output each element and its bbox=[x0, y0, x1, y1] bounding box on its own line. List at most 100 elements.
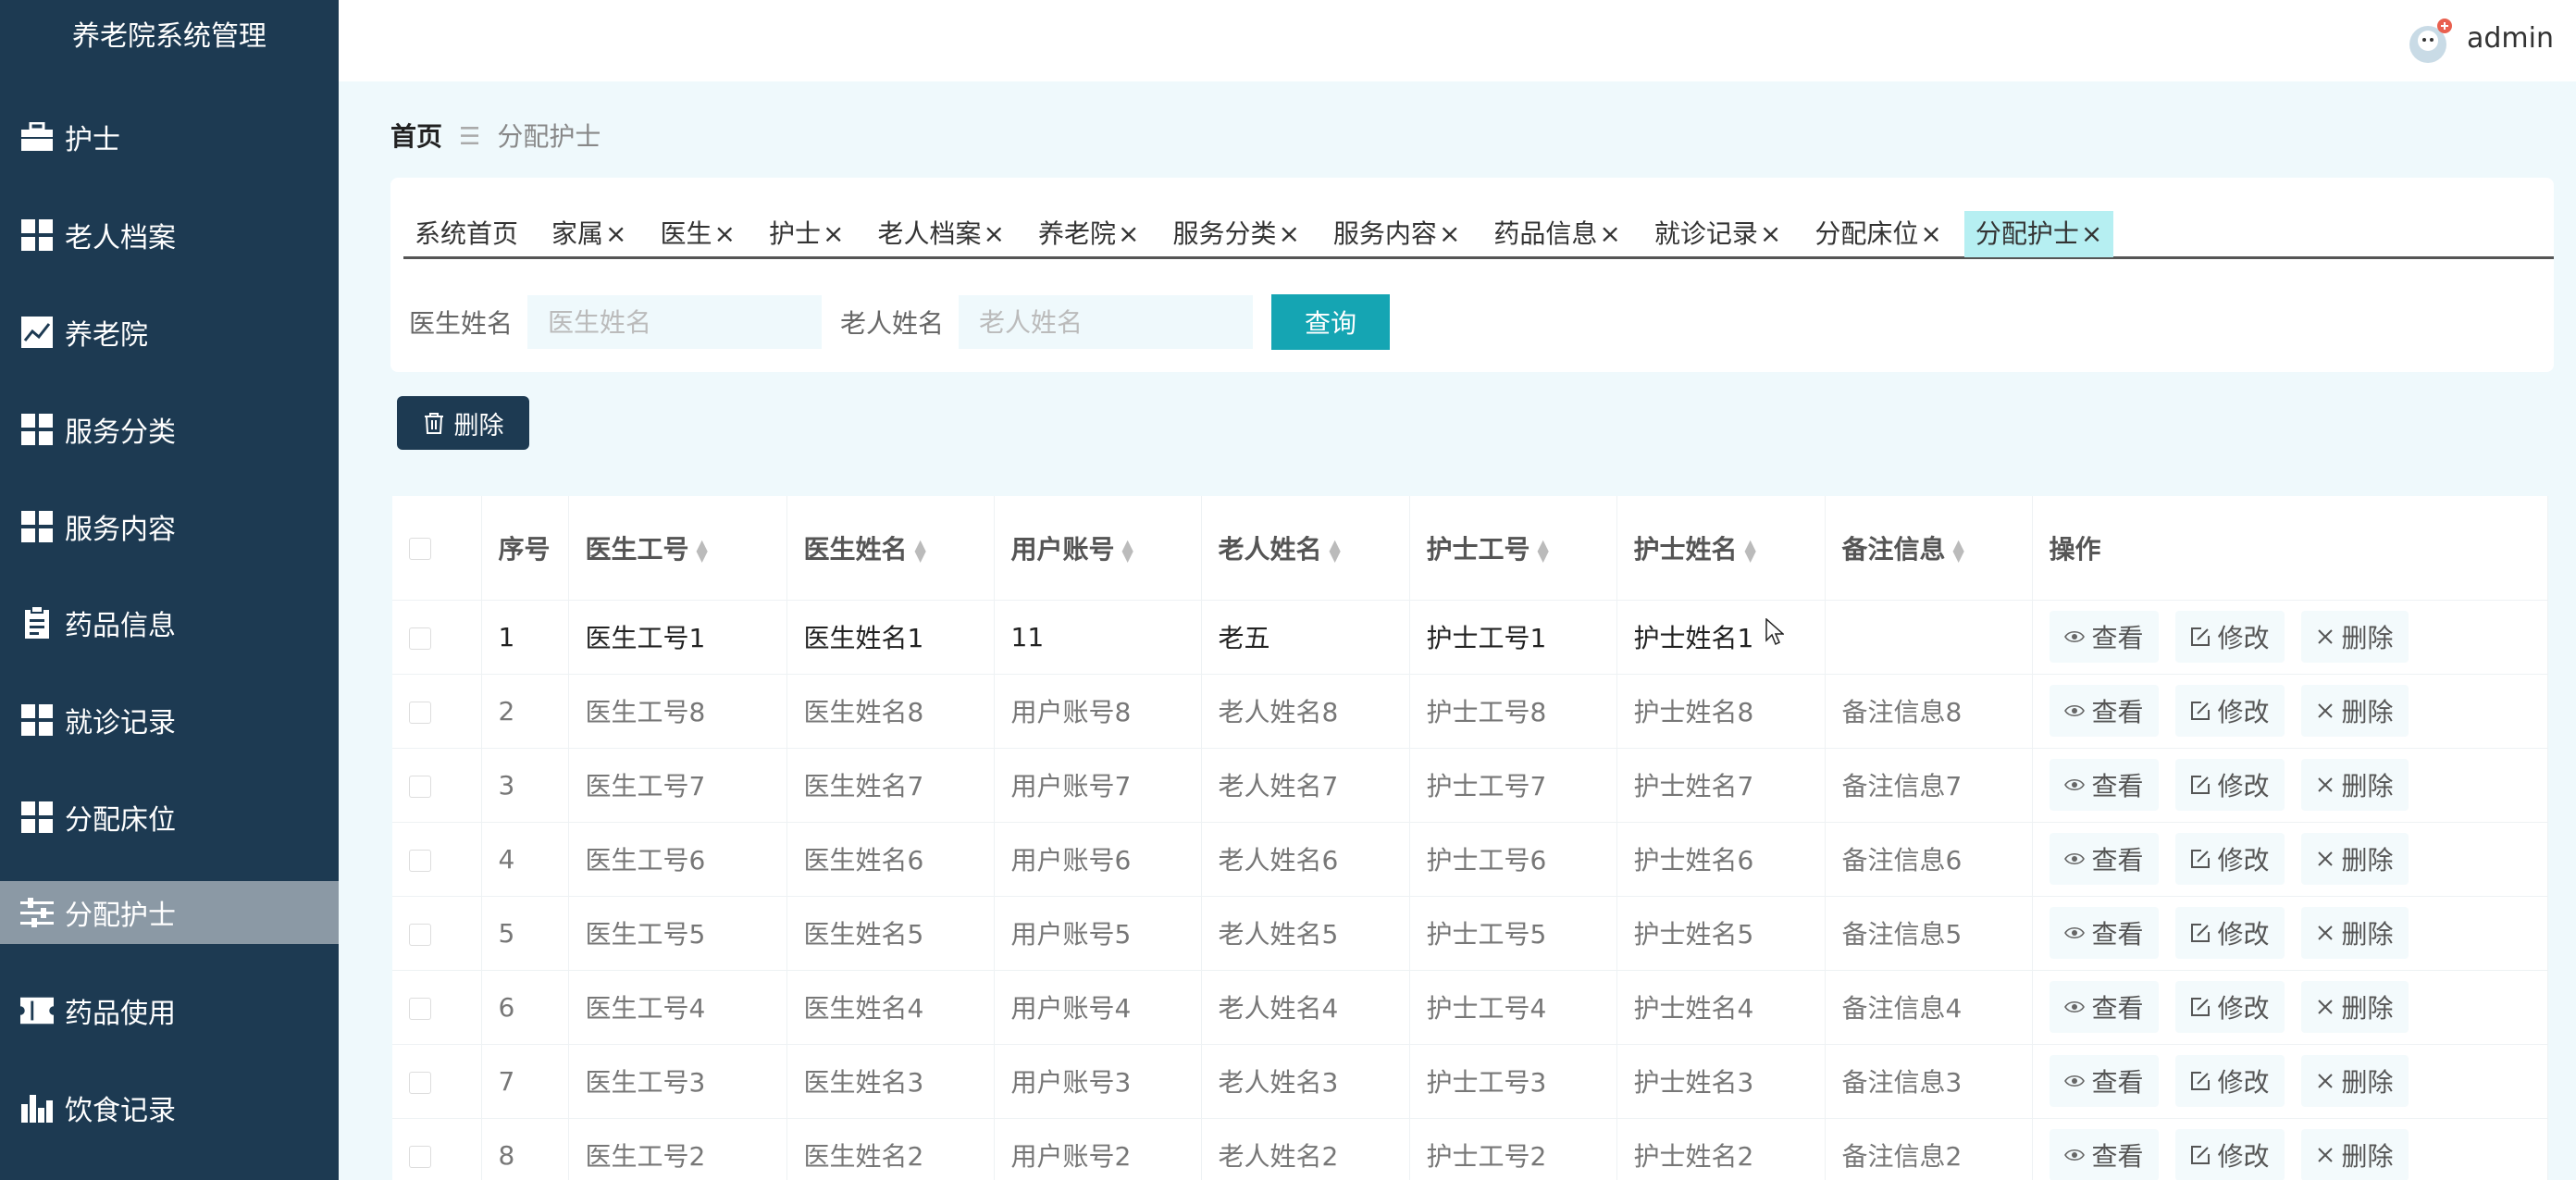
close-icon[interactable]: × bbox=[1439, 218, 1460, 249]
sidebar-item-medicine-usage[interactable]: 药品使用 bbox=[0, 979, 339, 1042]
edit-button[interactable]: 修改 bbox=[2174, 833, 2285, 885]
delete-button[interactable]: 删除 bbox=[2300, 1055, 2409, 1107]
row-checkbox[interactable] bbox=[392, 1118, 482, 1180]
sidebar-item-assign-bed[interactable]: 分配床位 bbox=[0, 786, 339, 849]
close-icon[interactable]: × bbox=[983, 218, 1004, 249]
table-row[interactable]: 3 医生工号7 医生姓名7 用户账号7 老人姓名7 护士工号7 护士姓名7 备注信息7 查看 修改… bbox=[392, 748, 2548, 822]
close-icon[interactable]: × bbox=[714, 218, 736, 249]
sort-icon[interactable]: ▲ ▼ bbox=[1538, 537, 1549, 563]
row-checkbox[interactable] bbox=[392, 822, 482, 896]
delete-button[interactable]: 删除 bbox=[2300, 833, 2409, 885]
column-header[interactable]: 护士工号 ▲ ▼ bbox=[1409, 496, 1617, 600]
table-row[interactable]: 6 医生工号4 医生姓名4 用户账号4 老人姓名4 护士工号4 护士姓名4 备注信息4 查看 修改… bbox=[392, 970, 2548, 1044]
column-header[interactable]: 老人姓名 ▲ ▼ bbox=[1201, 496, 1410, 600]
column-header[interactable]: 医生工号 ▲ ▼ bbox=[568, 496, 787, 600]
elder-name-input[interactable] bbox=[959, 295, 1254, 349]
tab-system-home[interactable]: 系统首页 bbox=[403, 211, 529, 257]
table-row[interactable]: 4 医生工号6 医生姓名6 用户账号6 老人姓名6 护士工号6 护士姓名6 备注信息6 查看 修改… bbox=[392, 822, 2548, 896]
tab-assign-bed[interactable]: 分配床位× bbox=[1803, 211, 1952, 257]
column-header[interactable]: 用户账号 ▲ ▼ bbox=[994, 496, 1202, 600]
sidebar-item-label: 服务内容 bbox=[65, 514, 176, 546]
tab-visit-records[interactable]: 就诊记录× bbox=[1643, 211, 1792, 257]
tab-doctor[interactable]: 医生× bbox=[650, 211, 747, 257]
edit-button[interactable]: 修改 bbox=[2174, 1055, 2285, 1107]
sidebar-item-medicine-info[interactable]: 药品信息 bbox=[0, 591, 339, 654]
tab-assign-nurse[interactable]: 分配护士× bbox=[1963, 211, 2114, 257]
view-button[interactable]: 查看 bbox=[2049, 1129, 2159, 1180]
table-row[interactable]: 7 医生工号3 医生姓名3 用户账号3 老人姓名3 护士工号3 护士姓名3 备注信息3 查看 修改… bbox=[392, 1044, 2548, 1118]
view-button[interactable]: 查看 bbox=[2049, 1055, 2159, 1107]
close-icon[interactable]: × bbox=[1920, 218, 1941, 249]
tab-family[interactable]: 家属× bbox=[540, 211, 638, 257]
edit-button[interactable]: 修改 bbox=[2174, 685, 2285, 737]
close-icon[interactable]: × bbox=[1278, 218, 1299, 249]
sidebar-item-service-category[interactable]: 服务分类 bbox=[0, 398, 339, 461]
delete-button[interactable]: 删除 bbox=[2300, 1129, 2409, 1180]
username[interactable]: admin bbox=[2467, 19, 2554, 59]
close-icon[interactable]: × bbox=[1760, 218, 1781, 249]
sidebar-item-elder-records[interactable]: 老人档案 bbox=[0, 204, 339, 267]
edit-button[interactable]: 修改 bbox=[2174, 611, 2285, 663]
avatar[interactable] bbox=[2404, 17, 2456, 68]
close-icon[interactable]: × bbox=[2081, 218, 2102, 249]
delete-button[interactable]: 删除 bbox=[2300, 981, 2409, 1033]
sort-icon[interactable]: ▲ ▼ bbox=[1330, 537, 1341, 563]
row-checkbox[interactable] bbox=[392, 970, 482, 1044]
delete-button[interactable]: 删除 bbox=[2300, 685, 2409, 737]
edit-button[interactable]: 修改 bbox=[2174, 1129, 2285, 1180]
view-button[interactable]: 查看 bbox=[2049, 685, 2159, 737]
sort-icon[interactable]: ▲ ▼ bbox=[1953, 537, 1964, 563]
row-checkbox[interactable] bbox=[392, 600, 482, 674]
select-all-checkbox[interactable] bbox=[392, 496, 482, 600]
query-button[interactable]: 查询 bbox=[1271, 294, 1391, 350]
sidebar-item-visit-records[interactable]: 就诊记录 bbox=[0, 689, 339, 751]
row-checkbox[interactable] bbox=[392, 674, 482, 748]
sidebar-item-service-content[interactable]: 服务内容 bbox=[0, 495, 339, 558]
view-button[interactable]: 查看 bbox=[2049, 907, 2159, 959]
sort-icon[interactable]: ▲ ▼ bbox=[1745, 537, 1756, 563]
batch-delete-button[interactable]: 删除 bbox=[397, 396, 529, 450]
sidebar-item-nurse[interactable]: 护士 bbox=[0, 106, 339, 168]
sort-icon[interactable]: ▲ ▼ bbox=[697, 537, 708, 563]
view-button[interactable]: 查看 bbox=[2049, 611, 2159, 663]
column-header[interactable]: 医生姓名 ▲ ▼ bbox=[786, 496, 995, 600]
close-icon[interactable]: × bbox=[1599, 218, 1620, 249]
tab-elder-records[interactable]: 老人档案× bbox=[866, 211, 1015, 257]
table-row[interactable]: 1 医生工号1 医生姓名1 11 老五 护士工号1 护士姓名1 查看 修改 删除 bbox=[392, 600, 2548, 674]
close-icon[interactable]: × bbox=[605, 218, 626, 249]
table-cell: 医生工号2 bbox=[568, 1118, 787, 1180]
sort-icon[interactable]: ▲ ▼ bbox=[915, 537, 926, 563]
tab-service-category[interactable]: 服务分类× bbox=[1161, 211, 1310, 257]
edit-button[interactable]: 修改 bbox=[2174, 759, 2285, 811]
tab-nursing-home[interactable]: 养老院× bbox=[1027, 211, 1150, 257]
sidebar-item-nursing-home[interactable]: 养老院 bbox=[0, 301, 339, 364]
mouse-cursor-icon bbox=[1765, 618, 1784, 646]
sidebar-item-assign-nurse[interactable]: 分配护士 bbox=[0, 881, 339, 944]
column-header[interactable]: 备注信息 ▲ ▼ bbox=[1825, 496, 2033, 600]
view-button[interactable]: 查看 bbox=[2049, 981, 2159, 1033]
sidebar-item-diet-records[interactable]: 饮食记录 bbox=[0, 1076, 339, 1139]
delete-button[interactable]: 删除 bbox=[2300, 907, 2409, 959]
table-row[interactable]: 8 医生工号2 医生姓名2 用户账号2 老人姓名2 护士工号2 护士姓名2 备注信息2 查看 修改… bbox=[392, 1118, 2548, 1180]
table-row[interactable]: 5 医生工号5 医生姓名5 用户账号5 老人姓名5 护士工号5 护士姓名5 备注信息5 查看 修改… bbox=[392, 896, 2548, 970]
table-cell: 医生姓名7 bbox=[786, 748, 995, 822]
breadcrumb-home[interactable]: 首页 bbox=[390, 118, 442, 155]
sort-icon[interactable]: ▲ ▼ bbox=[1122, 537, 1133, 563]
tab-medicine-info[interactable]: 药品信息× bbox=[1482, 211, 1631, 257]
row-checkbox[interactable] bbox=[392, 896, 482, 970]
delete-button[interactable]: 删除 bbox=[2300, 759, 2409, 811]
doctor-name-input[interactable] bbox=[527, 295, 823, 349]
column-header[interactable]: 护士姓名 ▲ ▼ bbox=[1616, 496, 1826, 600]
close-icon[interactable]: × bbox=[823, 218, 844, 249]
edit-button[interactable]: 修改 bbox=[2174, 981, 2285, 1033]
view-button[interactable]: 查看 bbox=[2049, 759, 2159, 811]
tab-service-content[interactable]: 服务内容× bbox=[1322, 211, 1471, 257]
edit-button[interactable]: 修改 bbox=[2174, 907, 2285, 959]
table-row[interactable]: 2 医生工号8 医生姓名8 用户账号8 老人姓名8 护士工号8 护士姓名8 备注信息8 查看 修改… bbox=[392, 674, 2548, 748]
row-checkbox[interactable] bbox=[392, 1044, 482, 1118]
row-checkbox[interactable] bbox=[392, 748, 482, 822]
view-button[interactable]: 查看 bbox=[2049, 833, 2159, 885]
close-icon[interactable]: × bbox=[1118, 218, 1139, 249]
delete-button[interactable]: 删除 bbox=[2300, 611, 2409, 663]
tab-nurse[interactable]: 护士× bbox=[758, 211, 855, 257]
